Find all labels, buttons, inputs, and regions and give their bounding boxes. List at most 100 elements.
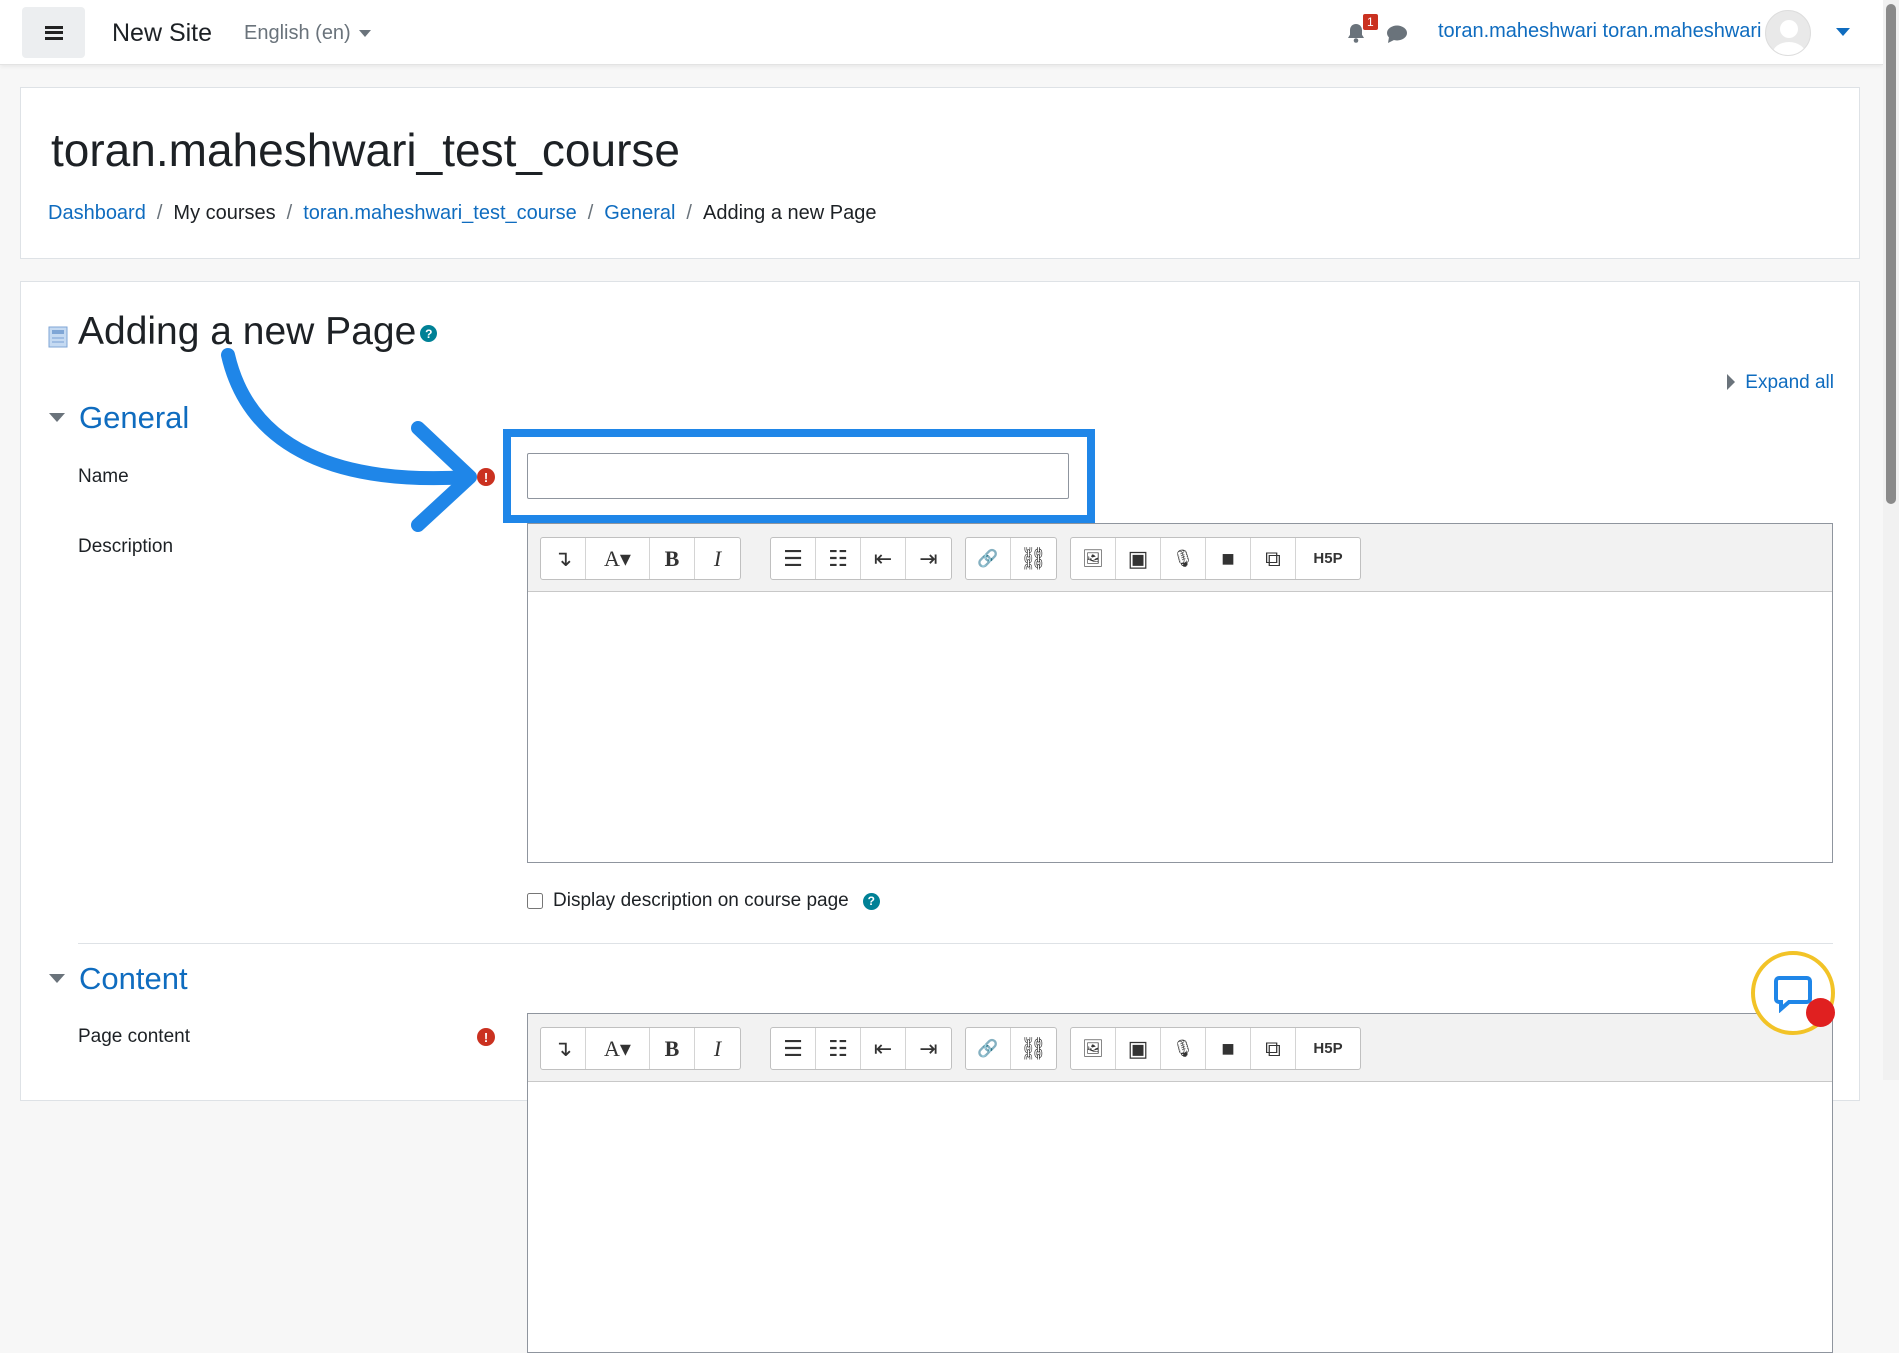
microphone-button[interactable]: 🎙 bbox=[1161, 1028, 1206, 1069]
image-icon: 🖼 bbox=[1082, 1038, 1104, 1058]
display-description-checkbox[interactable] bbox=[527, 893, 543, 909]
indent-icon: ⇥ bbox=[919, 1035, 938, 1061]
unlink-button[interactable]: ⛓ bbox=[1011, 538, 1056, 579]
caret-down-icon bbox=[49, 974, 65, 983]
bold-button[interactable]: B bbox=[650, 1028, 695, 1069]
indent-icon: ⇥ bbox=[919, 545, 938, 571]
video-button[interactable]: ■ bbox=[1206, 1028, 1251, 1069]
font-style-button[interactable]: A▾ bbox=[586, 538, 650, 579]
expand-all-link[interactable]: Expand all bbox=[1727, 372, 1834, 394]
toolbar-group: ☰ ☷ ⇤ ⇥ bbox=[770, 537, 952, 580]
language-menu[interactable]: English (en) bbox=[244, 22, 371, 45]
breadcrumb-current: Adding a new Page bbox=[702, 202, 877, 224]
avatar[interactable] bbox=[1765, 10, 1811, 56]
section-general-toggle[interactable]: General bbox=[49, 400, 189, 436]
toolbar-group: ↴ A▾ B I bbox=[540, 1027, 741, 1070]
manage-files-button[interactable]: ⧉ bbox=[1251, 538, 1296, 579]
caret-down-icon bbox=[49, 413, 65, 422]
help-icon[interactable]: ? bbox=[862, 892, 880, 910]
h5p-button[interactable]: H5P bbox=[1296, 1028, 1360, 1069]
image-button[interactable]: 🖼 bbox=[1071, 1028, 1116, 1069]
unordered-list-button[interactable]: ☰ bbox=[771, 538, 816, 579]
more-toolbar-button[interactable]: ↴ bbox=[541, 538, 586, 579]
indent-button[interactable]: ⇥ bbox=[906, 538, 951, 579]
indent-button[interactable]: ⇥ bbox=[906, 1028, 951, 1069]
media-button[interactable]: ▣ bbox=[1116, 538, 1161, 579]
bold-button[interactable]: B bbox=[650, 538, 695, 579]
page-heading: Adding a new Page? bbox=[78, 310, 438, 354]
font-style-button[interactable]: A▾ bbox=[586, 1028, 650, 1069]
link-button[interactable]: 🔗 bbox=[966, 538, 1011, 579]
breadcrumb-my-courses: My courses bbox=[173, 202, 276, 224]
link-button[interactable]: 🔗 bbox=[966, 1028, 1011, 1069]
media-button[interactable]: ▣ bbox=[1116, 1028, 1161, 1069]
main-form-card: Adding a new Page? Expand all General Na… bbox=[20, 281, 1860, 1353]
page-heading-text: Adding a new Page bbox=[78, 310, 417, 353]
microphone-button[interactable]: 🎙 bbox=[1161, 538, 1206, 579]
more-toolbar-button[interactable]: ↴ bbox=[541, 1028, 586, 1069]
name-input[interactable] bbox=[527, 453, 1069, 499]
manage-files-button[interactable]: ⧉ bbox=[1251, 1028, 1296, 1069]
italic-icon: I bbox=[713, 1035, 722, 1061]
language-label: English (en) bbox=[244, 22, 351, 44]
user-menu-chevron-icon[interactable] bbox=[1836, 28, 1850, 36]
user-menu-name[interactable]: toran.maheshwari toran.maheshwari bbox=[1438, 20, 1762, 43]
description-edit-area[interactable] bbox=[528, 592, 1832, 862]
toolbar-group: ☰ ☷ ⇤ ⇥ bbox=[770, 1027, 952, 1070]
help-icon[interactable]: ? bbox=[420, 325, 438, 343]
site-name-link[interactable]: New Site bbox=[112, 19, 212, 48]
page-content-edit-area[interactable] bbox=[528, 1082, 1832, 1352]
display-description-checkbox-row[interactable]: Display description on course page ? bbox=[527, 890, 880, 912]
breadcrumb: Dashboard / My courses / toran.maheshwari_te… bbox=[48, 202, 877, 224]
hamburger-menu-button[interactable] bbox=[22, 7, 85, 58]
italic-button[interactable]: I bbox=[695, 538, 740, 579]
breadcrumb-general[interactable]: General bbox=[604, 202, 675, 224]
more-toolbar-icon: ↴ bbox=[553, 545, 573, 571]
unlink-icon: ⛓ bbox=[1019, 1035, 1048, 1061]
image-button[interactable]: 🖼 bbox=[1071, 538, 1116, 579]
notification-count-badge: 1 bbox=[1363, 14, 1378, 30]
media-icon: ▣ bbox=[1127, 545, 1149, 571]
video-button[interactable]: ■ bbox=[1206, 538, 1251, 579]
breadcrumb-dashboard[interactable]: Dashboard bbox=[48, 202, 146, 224]
toolbar-group: 🖼 ▣ 🎙 ■ ⧉ H5P bbox=[1070, 537, 1361, 580]
section-content-toggle[interactable]: Content bbox=[49, 961, 188, 997]
top-navbar: New Site English (en) 1 toran.maheshwari… bbox=[0, 0, 1883, 65]
breadcrumb-course[interactable]: toran.maheshwari_test_course bbox=[303, 202, 576, 224]
more-toolbar-icon: ↴ bbox=[553, 1035, 573, 1061]
toolbar-group: 🖼 ▣ 🎙 ■ ⧉ H5P bbox=[1070, 1027, 1361, 1070]
messages-icon[interactable] bbox=[1386, 24, 1408, 49]
unlink-button[interactable]: ⛓ bbox=[1011, 1028, 1056, 1069]
page-content-editor: ↴ A▾ B I ☰ ☷ ⇤ ⇥ 🔗 ⛓ 🖼 ▣ 🎙 ■ ⧉ H5P bbox=[527, 1013, 1833, 1353]
section-divider bbox=[78, 943, 1833, 944]
ordered-list-icon: ☷ bbox=[828, 1035, 848, 1061]
italic-button[interactable]: I bbox=[695, 1028, 740, 1069]
unordered-list-icon: ☰ bbox=[783, 545, 803, 571]
scrollbar-thumb[interactable] bbox=[1886, 4, 1896, 504]
course-title: toran.maheshwari_test_course bbox=[51, 124, 680, 176]
section-general-title: General bbox=[79, 400, 190, 435]
video-icon: ■ bbox=[1221, 1035, 1235, 1061]
outdent-button[interactable]: ⇤ bbox=[861, 1028, 906, 1069]
ordered-list-button[interactable]: ☷ bbox=[816, 538, 861, 579]
ordered-list-icon: ☷ bbox=[828, 545, 848, 571]
hamburger-icon bbox=[44, 25, 63, 40]
section-content-title: Content bbox=[79, 961, 188, 996]
page-content-label: Page content bbox=[78, 1026, 190, 1047]
unordered-list-button[interactable]: ☰ bbox=[771, 1028, 816, 1069]
caret-right-icon bbox=[1727, 374, 1736, 390]
page-scrollbar[interactable] bbox=[1883, 0, 1899, 1080]
h5p-button[interactable]: H5P bbox=[1296, 538, 1360, 579]
link-icon: 🔗 bbox=[977, 548, 999, 568]
italic-icon: I bbox=[713, 545, 722, 571]
toolbar-group: ↴ A▾ B I bbox=[540, 537, 741, 580]
bold-icon: B bbox=[664, 1035, 680, 1061]
description-label: Description bbox=[78, 536, 174, 557]
manage-files-icon: ⧉ bbox=[1265, 545, 1281, 571]
outdent-button[interactable]: ⇤ bbox=[861, 538, 906, 579]
page-resource-icon bbox=[48, 326, 68, 353]
media-icon: ▣ bbox=[1127, 1035, 1149, 1061]
font-style-icon: A▾ bbox=[604, 1035, 631, 1061]
image-icon: 🖼 bbox=[1082, 548, 1104, 568]
ordered-list-button[interactable]: ☷ bbox=[816, 1028, 861, 1069]
